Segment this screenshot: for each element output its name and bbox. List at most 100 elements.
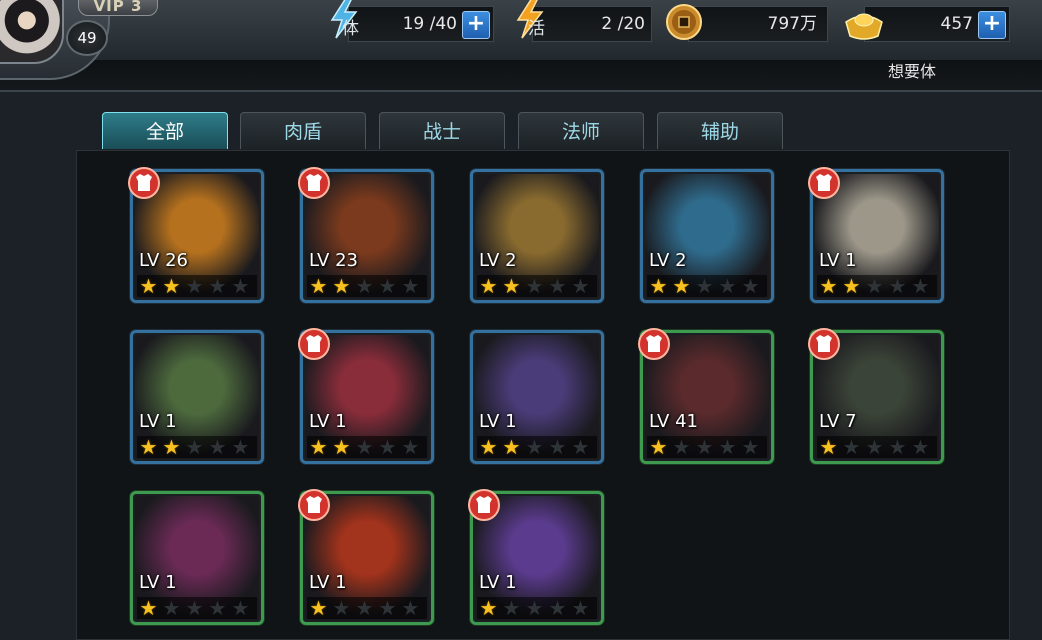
star-filled-icon: ★ (842, 274, 861, 298)
add-stamina-button[interactable]: + (462, 11, 490, 39)
tab-warrior[interactable]: 战士 (379, 112, 505, 149)
star-filled-icon: ★ (139, 274, 158, 298)
hero-card[interactable]: LV 1 ★ ★ ★ ★ ★ (808, 167, 944, 303)
star-empty-icon: ★ (695, 274, 714, 298)
star-filled-icon: ★ (139, 596, 158, 620)
armor-class-icon (808, 328, 840, 360)
hero-card[interactable]: LV 2 ★ ★ ★ ★ ★ (640, 169, 774, 303)
gold-value: 457 (940, 14, 973, 34)
star-empty-icon: ★ (548, 274, 567, 298)
hero-card[interactable]: LV 7 ★ ★ ★ ★ ★ (808, 328, 944, 464)
star-empty-icon: ★ (718, 435, 737, 459)
coin-counter: 797万 (688, 6, 828, 42)
star-empty-icon: ★ (401, 274, 420, 298)
star-empty-icon: ★ (911, 274, 930, 298)
hero-star-rating: ★ ★ ★ ★ ★ (817, 436, 937, 458)
hero-card[interactable]: LV 1 ★ ★ ★ ★ ★ (298, 489, 434, 625)
star-empty-icon: ★ (401, 435, 420, 459)
star-empty-icon: ★ (378, 435, 397, 459)
hero-level-label: LV 1 (479, 572, 517, 593)
star-empty-icon: ★ (571, 435, 590, 459)
star-empty-icon: ★ (911, 435, 930, 459)
hero-card[interactable]: LV 41 ★ ★ ★ ★ ★ (638, 328, 774, 464)
hero-star-rating: ★ ★ ★ ★ ★ (647, 436, 767, 458)
star-filled-icon: ★ (819, 274, 838, 298)
hero-level-label: LV 26 (139, 250, 188, 271)
star-filled-icon: ★ (309, 274, 328, 298)
player-avatar[interactable] (0, 0, 64, 64)
star-empty-icon: ★ (185, 274, 204, 298)
hero-card[interactable]: LV 1 ★ ★ ★ ★ ★ (470, 330, 604, 464)
hero-card[interactable]: LV 1 ★ ★ ★ ★ ★ (298, 328, 434, 464)
tab-mage[interactable]: 法师 (518, 112, 644, 149)
star-empty-icon: ★ (548, 596, 567, 620)
star-empty-icon: ★ (162, 596, 181, 620)
hero-card[interactable]: LV 2 ★ ★ ★ ★ ★ (470, 169, 604, 303)
star-empty-icon: ★ (355, 435, 374, 459)
player-level-badge: 49 (66, 20, 108, 56)
hero-level-label: LV 2 (479, 250, 517, 271)
hero-card[interactable]: LV 23 ★ ★ ★ ★ ★ (298, 167, 434, 303)
star-empty-icon: ★ (185, 435, 204, 459)
star-empty-icon: ★ (672, 435, 691, 459)
star-filled-icon: ★ (309, 435, 328, 459)
hero-card[interactable]: LV 1 ★ ★ ★ ★ ★ (130, 330, 264, 464)
star-empty-icon: ★ (208, 274, 227, 298)
star-filled-icon: ★ (672, 274, 691, 298)
star-empty-icon: ★ (741, 435, 760, 459)
star-empty-icon: ★ (185, 596, 204, 620)
star-filled-icon: ★ (162, 435, 181, 459)
star-empty-icon: ★ (525, 274, 544, 298)
star-empty-icon: ★ (571, 274, 590, 298)
star-empty-icon: ★ (718, 274, 737, 298)
vip-badge[interactable]: VIP 3 (78, 0, 158, 16)
star-empty-icon: ★ (502, 596, 521, 620)
activity-value: 2 /20 (601, 14, 645, 34)
star-empty-icon: ★ (208, 435, 227, 459)
hero-level-label: LV 1 (819, 250, 857, 271)
star-filled-icon: ★ (162, 274, 181, 298)
tab-tank[interactable]: 肉盾 (240, 112, 366, 149)
star-empty-icon: ★ (231, 596, 250, 620)
hero-star-rating: ★ ★ ★ ★ ★ (137, 436, 257, 458)
armor-class-icon (298, 328, 330, 360)
star-filled-icon: ★ (309, 596, 328, 620)
hero-card[interactable]: LV 1 ★ ★ ★ ★ ★ (130, 491, 264, 625)
armor-class-icon (468, 489, 500, 521)
star-empty-icon: ★ (208, 596, 227, 620)
star-filled-icon: ★ (479, 596, 498, 620)
stamina-sub-label: 体 (342, 19, 359, 39)
star-empty-icon: ★ (888, 274, 907, 298)
armor-class-icon (128, 167, 160, 199)
tab-all[interactable]: 全部 (102, 112, 228, 149)
hero-level-label: LV 1 (309, 572, 347, 593)
star-empty-icon: ★ (741, 274, 760, 298)
top-bar-strip (0, 60, 1042, 92)
hero-star-rating: ★ ★ ★ ★ ★ (307, 275, 427, 297)
gold-ingot-icon (845, 13, 883, 40)
star-filled-icon: ★ (479, 435, 498, 459)
hero-level-label: LV 23 (309, 250, 358, 271)
hero-level-label: LV 2 (649, 250, 687, 271)
star-filled-icon: ★ (479, 274, 498, 298)
star-empty-icon: ★ (865, 435, 884, 459)
star-empty-icon: ★ (378, 596, 397, 620)
copper-coin-icon (666, 4, 702, 40)
hero-level-label: LV 7 (819, 411, 857, 432)
star-empty-icon: ★ (865, 274, 884, 298)
add-gold-button[interactable]: + (978, 11, 1006, 39)
hero-card[interactable]: LV 1 ★ ★ ★ ★ ★ (468, 489, 604, 625)
hero-star-rating: ★ ★ ★ ★ ★ (477, 436, 597, 458)
star-filled-icon: ★ (332, 435, 351, 459)
star-empty-icon: ★ (378, 274, 397, 298)
activity-sub-label: 活 (528, 19, 545, 39)
star-empty-icon: ★ (888, 435, 907, 459)
tab-support[interactable]: 辅助 (657, 112, 783, 149)
coin-value: 797万 (767, 14, 817, 34)
want-stamina-text[interactable]: 想要体 (888, 60, 936, 84)
stamina-counter: 19 /40 + (348, 6, 494, 42)
hero-star-rating: ★ ★ ★ ★ ★ (307, 597, 427, 619)
hero-star-rating: ★ ★ ★ ★ ★ (477, 275, 597, 297)
hero-level-label: LV 1 (139, 411, 177, 432)
hero-card[interactable]: LV 26 ★ ★ ★ ★ ★ (128, 167, 264, 303)
